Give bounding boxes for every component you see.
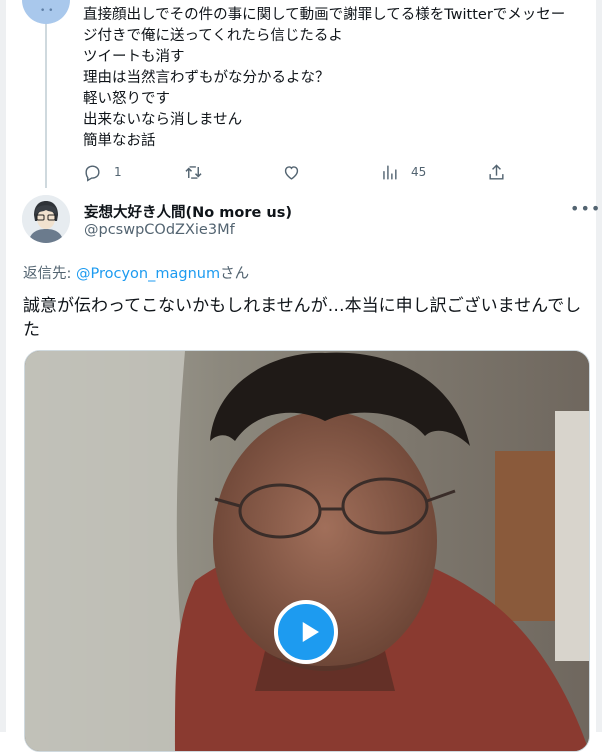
tweet-line: ジ付きで俺に送ってくれたら信じたるよ bbox=[83, 28, 343, 44]
play-button[interactable] bbox=[274, 600, 338, 664]
reply-count: 1 bbox=[114, 165, 122, 179]
share-button[interactable] bbox=[487, 160, 506, 184]
reply-to-prefix: 返信先: bbox=[23, 266, 76, 282]
tweet-text: 誠意が伝わってこないかもしれませんが…本当に申し訳ございませんでした bbox=[23, 296, 582, 340]
share-icon bbox=[489, 163, 504, 180]
retweet-button[interactable] bbox=[184, 160, 215, 184]
views-icon bbox=[383, 164, 397, 180]
avatar-previous-tweet[interactable]: • • bbox=[22, 0, 70, 24]
reply-to-line: 返信先: @Procyon_magnumさん bbox=[23, 262, 249, 283]
tweet-line: 直接顔出しでその件の事に関して動画で謝罪してる様をTwitterでメッセー bbox=[83, 7, 566, 23]
left-frame bbox=[0, 0, 6, 732]
avatar-illustration bbox=[22, 195, 70, 243]
tweet-line: 簡単なお話 bbox=[83, 133, 156, 149]
reply-button[interactable]: 1 bbox=[83, 160, 122, 184]
video-thumbnail bbox=[25, 351, 589, 751]
right-frame bbox=[596, 0, 602, 732]
tweet-line: 出来ないなら消しません bbox=[83, 112, 243, 128]
heart-icon bbox=[284, 165, 299, 180]
thread-connector-line bbox=[45, 0, 47, 188]
tweet-line: ツイートも消す bbox=[83, 49, 185, 65]
user-handle[interactable]: @pcswpCOdZXie3Mf bbox=[84, 222, 235, 238]
reply-icon bbox=[85, 164, 100, 182]
tweet-action-bar: 1 45 bbox=[83, 160, 513, 184]
avatar[interactable] bbox=[22, 195, 70, 243]
tweet-line: 理由は当然言わずもがな分かるよな？ bbox=[83, 70, 330, 86]
reply-mention-link[interactable]: @Procyon_magnum bbox=[76, 266, 220, 282]
views-button[interactable]: 45 bbox=[380, 160, 426, 184]
video-media[interactable] bbox=[24, 350, 590, 752]
reply-to-suffix: さん bbox=[220, 266, 250, 282]
tweet-text-previous: 直接顔出しでその件の事に関して動画で謝罪してる様をTwitterでメッセー ジ付… bbox=[83, 5, 583, 152]
play-icon bbox=[302, 622, 319, 642]
views-count: 45 bbox=[411, 165, 427, 179]
like-button[interactable] bbox=[282, 160, 313, 184]
display-name[interactable]: 妄想大好き人間(No more us) bbox=[84, 201, 292, 222]
retweet-icon bbox=[185, 165, 202, 179]
tweet-line: 軽い怒りです bbox=[83, 91, 170, 107]
more-options-button[interactable]: ••• bbox=[570, 199, 601, 218]
